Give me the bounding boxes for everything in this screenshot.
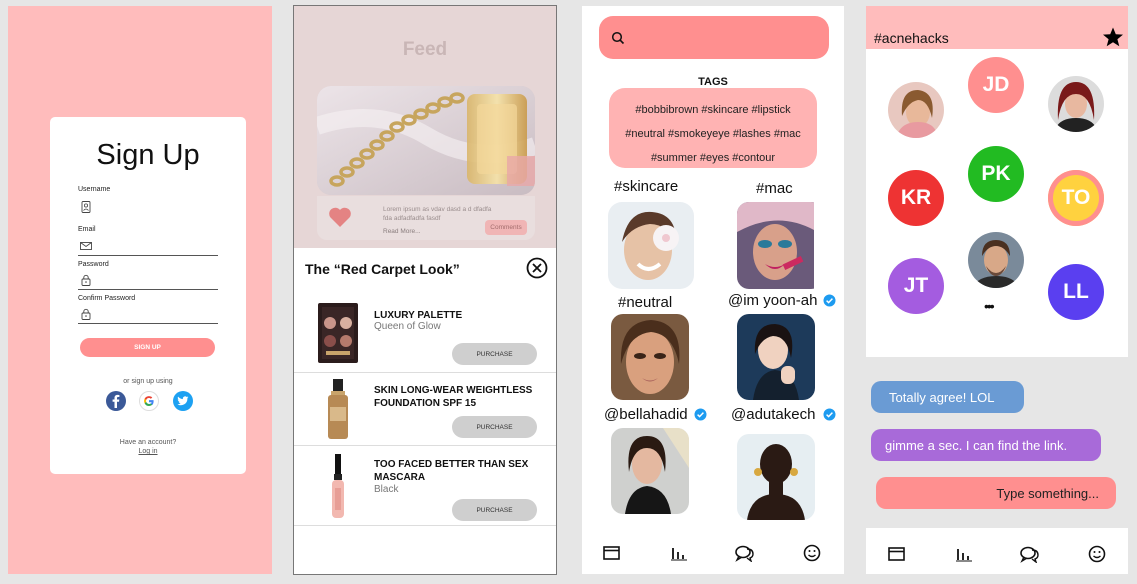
- grid-label[interactable]: #skincare: [614, 178, 678, 195]
- username-label: Username: [78, 186, 111, 193]
- window-icon[interactable]: [602, 544, 622, 562]
- tags-heading: TAGS: [698, 76, 728, 88]
- read-more-link[interactable]: Read More...: [383, 228, 421, 235]
- star-icon[interactable]: [1102, 26, 1124, 48]
- avatar[interactable]: [1048, 76, 1104, 132]
- email-field[interactable]: [78, 255, 218, 256]
- product-row: TOO FACED BETTER THAN SEX MASCARA Black …: [294, 446, 556, 526]
- product-sheet: The “Red Carpet Look” LUXURY PALETTE Que…: [294, 248, 556, 574]
- tags-panel: TAGS #bobbibrown #skincare #lipstick #ne…: [582, 6, 844, 574]
- verified-icon: [823, 408, 836, 421]
- neutral-photo[interactable]: [611, 314, 689, 400]
- login-link[interactable]: Log in: [50, 448, 246, 455]
- skincare-photo[interactable]: [608, 202, 694, 289]
- username-field[interactable]: [78, 197, 218, 217]
- lock-icon: [80, 274, 92, 286]
- lock-icon: [80, 308, 92, 320]
- window-icon[interactable]: [887, 545, 907, 563]
- comments-button[interactable]: Comments: [485, 220, 527, 235]
- feed-post-footer: Lorem ipsum as vdav dasd a d dfadfa fda …: [317, 196, 535, 240]
- chat-icon[interactable]: [1019, 545, 1039, 563]
- tags-line[interactable]: #neutral #smokeyeye #lashes #mac: [609, 128, 817, 140]
- tags-line[interactable]: #bobbibrown #skincare #lipstick: [609, 104, 817, 116]
- more-members[interactable]: •••: [984, 298, 995, 314]
- signup-button[interactable]: SIGN UP: [80, 338, 215, 357]
- product-name: SKIN LONG-WEAR WEIGHTLESS FOUNDATION SPF…: [374, 385, 533, 409]
- avatar[interactable]: [968, 232, 1024, 288]
- bottom-nav: [866, 528, 1128, 574]
- yoon-ah-photo[interactable]: [737, 314, 815, 400]
- search-icon: [611, 31, 625, 45]
- group-header: #acnehacks: [866, 6, 1128, 49]
- envelope-icon: [80, 240, 92, 252]
- grid-label[interactable]: #neutral: [618, 294, 672, 311]
- feed-post-caption: Lorem ipsum as vdav dasd a d dfadfa fda …: [383, 206, 492, 222]
- password-field[interactable]: [78, 289, 218, 290]
- sheet-title: The “Red Carpet Look”: [305, 261, 460, 277]
- avatar[interactable]: KR: [888, 170, 944, 226]
- purchase-button[interactable]: PURCHASE: [452, 499, 537, 521]
- signup-card: Sign Up Username Email Password Confirm …: [50, 117, 246, 474]
- or-signup-text: or sign up using: [123, 378, 173, 385]
- foundation-image: [316, 377, 360, 441]
- group-panel: #acnehacks JD KR PK TO JT LL •••: [866, 6, 1128, 357]
- avatar[interactable]: [888, 82, 944, 138]
- avatar[interactable]: PK: [968, 146, 1024, 202]
- twitter-icon[interactable]: [173, 391, 193, 411]
- mac-photo[interactable]: [737, 202, 823, 289]
- product-subtitle: Black: [374, 484, 399, 495]
- aduta-photo[interactable]: [737, 434, 815, 520]
- grid-label[interactable]: @adutakech: [731, 406, 815, 423]
- product-row: SKIN LONG-WEAR WEIGHTLESS FOUNDATION SPF…: [294, 373, 556, 446]
- password-label: Password: [78, 261, 109, 268]
- chart-icon[interactable]: [669, 544, 689, 562]
- google-icon[interactable]: [139, 391, 159, 411]
- tags-cloud: #bobbibrown #skincare #lipstick #neutral…: [609, 88, 817, 168]
- bella-photo[interactable]: [611, 428, 689, 514]
- purchase-button[interactable]: PURCHASE: [452, 416, 537, 438]
- verified-icon: [694, 408, 707, 421]
- group-title: #acnehacks: [874, 30, 949, 46]
- email-label: Email: [78, 226, 96, 233]
- confirm-password-label: Confirm Password: [78, 295, 136, 302]
- mascara-image: [316, 454, 360, 518]
- search-bar[interactable]: [599, 16, 829, 59]
- have-account-text: Have an account?: [119, 439, 177, 446]
- smiley-icon[interactable]: [802, 544, 822, 562]
- avatar[interactable]: JT: [888, 258, 944, 314]
- product-row: LUXURY PALETTE Queen of Glow PURCHASE: [294, 293, 556, 373]
- product-name: TOO FACED BETTER THAN SEX MASCARA: [374, 459, 529, 483]
- palette-image: [316, 301, 360, 365]
- message-input[interactable]: Type something...: [876, 477, 1116, 509]
- product-subtitle: Queen of Glow: [374, 321, 441, 332]
- tags-line[interactable]: #summer #eyes #contour: [609, 152, 817, 164]
- signup-title: Sign Up: [96, 139, 200, 171]
- grid-label[interactable]: #mac: [756, 180, 793, 197]
- signup-panel: Sign Up Username Email Password Confirm …: [8, 6, 272, 574]
- avatar[interactable]: LL: [1048, 264, 1104, 320]
- message-bubble: Totally agree! LOL: [871, 381, 1024, 413]
- heart-icon[interactable]: [328, 206, 352, 228]
- message-bubble: gimme a sec. I can find the link.: [871, 429, 1101, 461]
- purchase-button[interactable]: PURCHASE: [452, 343, 537, 365]
- feed-post-image[interactable]: [317, 86, 535, 195]
- avatar[interactable]: JD: [968, 57, 1024, 113]
- close-icon[interactable]: [526, 257, 548, 279]
- smiley-icon[interactable]: [1087, 545, 1107, 563]
- feed-panel: Feed Lorem ipsum as vdav dasd a d dfadfa…: [293, 5, 557, 575]
- grid-label[interactable]: @bellahadid: [604, 406, 688, 423]
- verified-icon: [823, 294, 836, 307]
- chat-icon[interactable]: [734, 544, 754, 562]
- grid-label[interactable]: @im yoon-ah: [728, 292, 817, 309]
- feed-backdrop: Feed Lorem ipsum as vdav dasd a d dfadfa…: [294, 6, 556, 248]
- avatar[interactable]: TO: [1048, 170, 1104, 226]
- chart-icon[interactable]: [954, 545, 974, 563]
- feed-title: Feed: [402, 39, 448, 60]
- confirm-password-field[interactable]: [78, 323, 218, 324]
- facebook-icon[interactable]: [106, 391, 126, 411]
